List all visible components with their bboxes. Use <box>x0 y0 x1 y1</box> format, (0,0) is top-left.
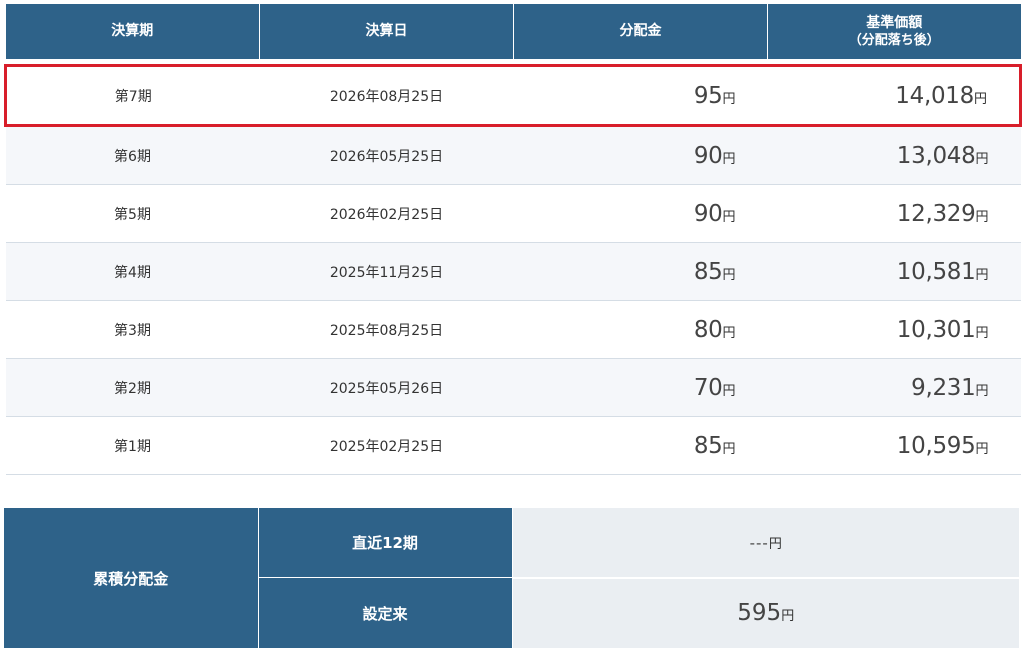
row-period: 第2期 <box>5 358 260 417</box>
distribution-value: 85 <box>693 432 723 459</box>
row-distribution: 90円 <box>513 125 768 185</box>
distribution-history: 決算期 決算日 分配金 基準価額 （分配落ち後） 第7期 2026年08月25日… <box>4 4 1022 650</box>
table-row: 第1期 2025年02月25日 85円 10,595円 <box>5 416 1021 475</box>
row-period: 第4期 <box>5 242 260 301</box>
row-date: 2025年02月25日 <box>259 416 514 475</box>
table-row: 第4期 2025年11月25日 85円 10,581円 <box>5 242 1021 301</box>
yen-unit: 円 <box>722 151 736 167</box>
nav-value: 13,048 <box>896 142 976 169</box>
row-distribution: 95円 <box>513 64 768 127</box>
table-row: 第6期 2026年05月25日 90円 13,048円 <box>5 125 1021 185</box>
distribution-value: 90 <box>693 142 723 169</box>
row-period: 第5期 <box>5 184 260 243</box>
row-date: 2026年05月25日 <box>259 125 514 185</box>
table-row: 第3期 2025年08月25日 80円 10,301円 <box>5 300 1021 359</box>
row-distribution: 85円 <box>513 416 768 475</box>
yen-unit: 円 <box>973 91 987 107</box>
yen-unit: 円 <box>975 151 989 167</box>
row-nav: 10,581円 <box>767 242 1021 301</box>
row-date: 2025年11月25日 <box>259 242 514 301</box>
distribution-value: 85 <box>693 258 723 285</box>
nav-value: 14,018 <box>895 82 974 109</box>
row-nav: 13,048円 <box>767 125 1021 185</box>
row-nav: 10,301円 <box>767 300 1021 359</box>
yen-unit: 円 <box>975 267 989 283</box>
row-period: 第7期 <box>4 64 260 127</box>
nav-value: 12,329 <box>896 200 976 227</box>
row-nav: 10,595円 <box>767 416 1021 475</box>
row-date: 2026年08月25日 <box>259 64 514 127</box>
row-date: 2025年08月25日 <box>259 300 514 359</box>
row-distribution: 85円 <box>513 242 768 301</box>
row-date: 2025年05月26日 <box>259 358 514 417</box>
distribution-value: 70 <box>693 374 723 401</box>
yen-unit: 円 <box>722 325 736 341</box>
nav-value: 10,301 <box>896 316 976 343</box>
distribution-value: 90 <box>693 200 723 227</box>
table-header-row: 決算期 決算日 分配金 基準価額 （分配落ち後） <box>5 4 1021 59</box>
nav-value: 9,231 <box>911 374 976 401</box>
yen-unit: 円 <box>722 441 736 457</box>
row-date: 2026年02月25日 <box>259 184 514 243</box>
yen-unit: 円 <box>975 209 989 225</box>
header-period: 決算期 <box>5 4 260 59</box>
since-value: 595 <box>737 600 782 626</box>
recent-periods-label: 直近12期 <box>257 507 513 578</box>
recent-value: --- <box>749 533 769 552</box>
row-period: 第6期 <box>5 125 260 185</box>
table-row: 第5期 2026年02月25日 90円 12,329円 <box>5 184 1021 243</box>
yen-unit: 円 <box>975 325 989 341</box>
row-nav: 14,018円 <box>767 64 1022 127</box>
table-row: 第2期 2025年05月26日 70円 9,231円 <box>5 358 1021 417</box>
since-inception-label: 設定来 <box>257 577 513 649</box>
yen-unit: 円 <box>722 91 736 107</box>
yen-unit: 円 <box>722 267 736 283</box>
yen-unit: 円 <box>975 383 989 399</box>
cumulative-distribution-table: 累積分配金 直近12期 ---円 設定来 595円 <box>4 507 1019 650</box>
yen-unit: 円 <box>768 536 782 552</box>
nav-value: 10,595 <box>896 432 976 459</box>
nav-value: 10,581 <box>896 258 976 285</box>
yen-unit: 円 <box>722 209 736 225</box>
recent-periods-value: ---円 <box>512 507 1019 579</box>
row-nav: 9,231円 <box>767 358 1021 417</box>
since-inception-value: 595円 <box>512 577 1019 650</box>
header-nav-sublabel: （分配落ち後） <box>848 32 940 48</box>
row-period: 第3期 <box>5 300 260 359</box>
table-row-latest: 第7期 2026年08月25日 95円 14,018円 <box>4 64 1022 127</box>
row-nav: 12,329円 <box>767 184 1021 243</box>
yen-unit: 円 <box>975 441 989 457</box>
row-distribution: 70円 <box>513 358 768 417</box>
header-date: 決算日 <box>259 4 514 59</box>
cumulative-row-recent: 累積分配金 直近12期 ---円 <box>4 507 1019 649</box>
row-distribution: 90円 <box>513 184 768 243</box>
yen-unit: 円 <box>722 383 736 399</box>
distribution-table: 決算期 決算日 分配金 基準価額 （分配落ち後） 第7期 2026年08月25日… <box>4 4 1022 475</box>
yen-unit: 円 <box>781 609 795 624</box>
row-period: 第1期 <box>5 416 260 475</box>
cumulative-label: 累積分配金 <box>4 507 259 649</box>
header-nav-label: 基準価額 <box>866 14 923 31</box>
distribution-value: 95 <box>693 82 723 109</box>
header-nav: 基準価額 （分配落ち後） <box>767 4 1021 59</box>
header-distribution: 分配金 <box>513 4 768 59</box>
row-distribution: 80円 <box>513 300 768 359</box>
distribution-value: 80 <box>693 316 723 343</box>
